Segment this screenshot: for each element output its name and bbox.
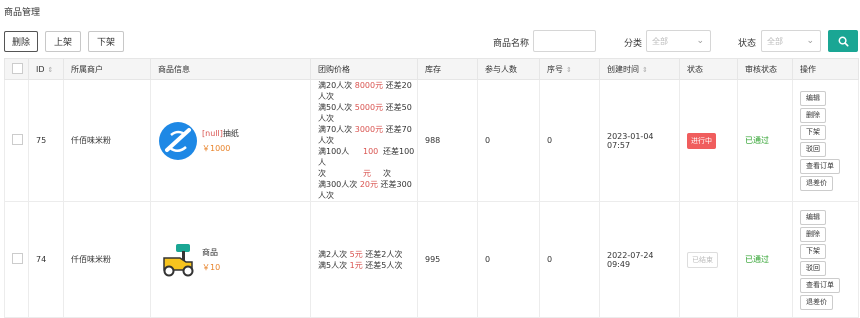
refund-diff-button[interactable]: 退差价 — [800, 175, 833, 191]
product-price: ￥10 — [202, 262, 221, 272]
header-group-price: 团购价格 — [310, 58, 418, 80]
header-select-all[interactable] — [4, 58, 29, 80]
group-price-list: 满2人次 5元 还差2人次 满5人次 1元 还差5人次 — [318, 249, 417, 271]
refund-diff-button[interactable]: 退差价 — [800, 294, 833, 310]
product-name: 商品 — [202, 247, 218, 257]
row-participants: 0 — [477, 201, 540, 318]
group-price-line: 满2人次 5元 还差2人次 — [318, 249, 403, 259]
group-price-line: 满20人次 8000元 还差20人次 — [318, 81, 412, 101]
row-created: 2022-07-24 09:49 — [599, 201, 680, 318]
group-price-list: 满20人次 8000元 还差20人次 满50人次 5000元 还差50人次 满7… — [318, 80, 417, 201]
sort-icon[interactable]: ⇕ — [48, 66, 54, 74]
group-price-line: 满300人次 20元 还差300人次 — [318, 180, 412, 200]
table-row: 74 仟佰味米粉 商品 ￥10 满2人次 5元 还差2人次 满5人次 1元 还差… — [4, 201, 859, 318]
header-id[interactable]: ID ⇕ — [28, 58, 64, 80]
group-price-line: 满5人次 1元 还差5人次 — [318, 260, 403, 270]
status-select[interactable]: 全部 ⌄ — [761, 30, 821, 52]
reject-button[interactable]: 驳回 — [800, 141, 826, 157]
edit-button[interactable]: 编辑 — [800, 90, 826, 106]
category-select[interactable]: 全部 ⌄ — [646, 30, 711, 52]
view-orders-button[interactable]: 查看订单 — [800, 277, 840, 293]
row-merchant: 仟佰味米粉 — [63, 201, 151, 318]
group-price-line: 次元次 — [318, 169, 391, 178]
product-info: [null]抽纸 ￥1000 — [158, 121, 310, 161]
chevron-down-icon: ⌄ — [696, 36, 704, 46]
row-actions: 编辑 删除 下架 驳回 查看订单 退差价 — [800, 90, 858, 191]
edit-button[interactable]: 编辑 — [800, 209, 826, 225]
reject-button[interactable]: 驳回 — [800, 260, 826, 276]
table-row: 75 仟佰味米粉 [null]抽纸 ￥1000 满20人次 8000元 还差20… — [4, 79, 859, 202]
header-status: 状态 — [679, 58, 738, 80]
search-button[interactable] — [828, 30, 858, 52]
header-stock: 库存 — [417, 58, 478, 80]
unlist-row-button[interactable]: 下架 — [800, 124, 826, 140]
sort-icon[interactable]: ⇕ — [642, 66, 648, 74]
category-filter-label: 分类 — [624, 39, 643, 49]
product-null-tag: [null] — [202, 128, 223, 138]
header-ops: 操作 — [792, 58, 859, 80]
group-price-line: 满50人次 5000元 还差50人次 — [318, 103, 412, 123]
audit-status: 已通过 — [745, 136, 769, 145]
products-table: ID ⇕ 所属商户 商品信息 团购价格 库存 参与人数 序号 ⇕ 创建时间 ⇕ 状态 … — [4, 58, 859, 318]
list-button[interactable]: 上架 — [45, 31, 81, 52]
product-price: ￥1000 — [202, 143, 231, 153]
unlist-row-button[interactable]: 下架 — [800, 243, 826, 259]
row-merchant: 仟佰味米粉 — [63, 79, 151, 202]
category-select-value: 全部 — [652, 36, 668, 46]
group-price-line: 满70人次 3000元 还差70人次 — [318, 125, 412, 145]
row-seq: 0 — [539, 79, 600, 202]
delete-row-button[interactable]: 删除 — [800, 107, 826, 123]
status-badge: 进行中 — [687, 132, 716, 149]
row-checkbox[interactable] — [12, 134, 23, 145]
group-price-line: 满100人 100 还差100人 — [318, 147, 415, 167]
select-all-checkbox[interactable] — [12, 62, 23, 74]
header-merchant: 所属商户 — [63, 58, 151, 80]
search-icon — [838, 36, 849, 47]
audit-status: 已通过 — [745, 255, 769, 264]
header-audit: 审核状态 — [737, 58, 793, 80]
row-stock: 995 — [417, 201, 478, 318]
unlist-button[interactable]: 下架 — [88, 31, 124, 52]
header-product-info: 商品信息 — [150, 58, 311, 80]
product-name: 抽纸 — [222, 128, 239, 138]
scooter-product-image — [163, 243, 194, 276]
row-id: 74 — [28, 201, 64, 318]
header-seq[interactable]: 序号 ⇕ — [539, 58, 600, 80]
tissue-product-image — [159, 121, 197, 160]
delete-row-button[interactable]: 删除 — [800, 226, 826, 242]
row-actions: 编辑 删除 下架 驳回 查看订单 退差价 — [800, 209, 858, 310]
status-badge: 已结束 — [687, 251, 718, 268]
chevron-down-icon: ⌄ — [806, 36, 814, 46]
header-participants: 参与人数 — [477, 58, 540, 80]
view-orders-button[interactable]: 查看订单 — [800, 158, 840, 174]
row-seq: 0 — [539, 201, 600, 318]
page-title: 商品管理 — [4, 8, 41, 18]
sort-icon[interactable]: ⇕ — [566, 66, 572, 74]
row-participants: 0 — [477, 79, 540, 202]
name-filter-input[interactable] — [533, 30, 596, 52]
table-header-row: ID ⇕ 所属商户 商品信息 团购价格 库存 参与人数 序号 ⇕ 创建时间 ⇕ 状态 … — [4, 58, 859, 80]
status-select-value: 全部 — [767, 36, 783, 46]
row-checkbox[interactable] — [12, 253, 23, 264]
row-id: 75 — [28, 79, 64, 202]
row-created: 2023-01-04 07:57 — [599, 79, 680, 202]
status-filter-label: 状态 — [738, 39, 757, 49]
row-stock: 988 — [417, 79, 478, 202]
delete-button[interactable]: 删除 — [4, 31, 38, 52]
header-created[interactable]: 创建时间 ⇕ — [599, 58, 680, 80]
name-filter-label: 商品名称 — [493, 39, 530, 49]
product-info: 商品 ￥10 — [158, 240, 310, 280]
